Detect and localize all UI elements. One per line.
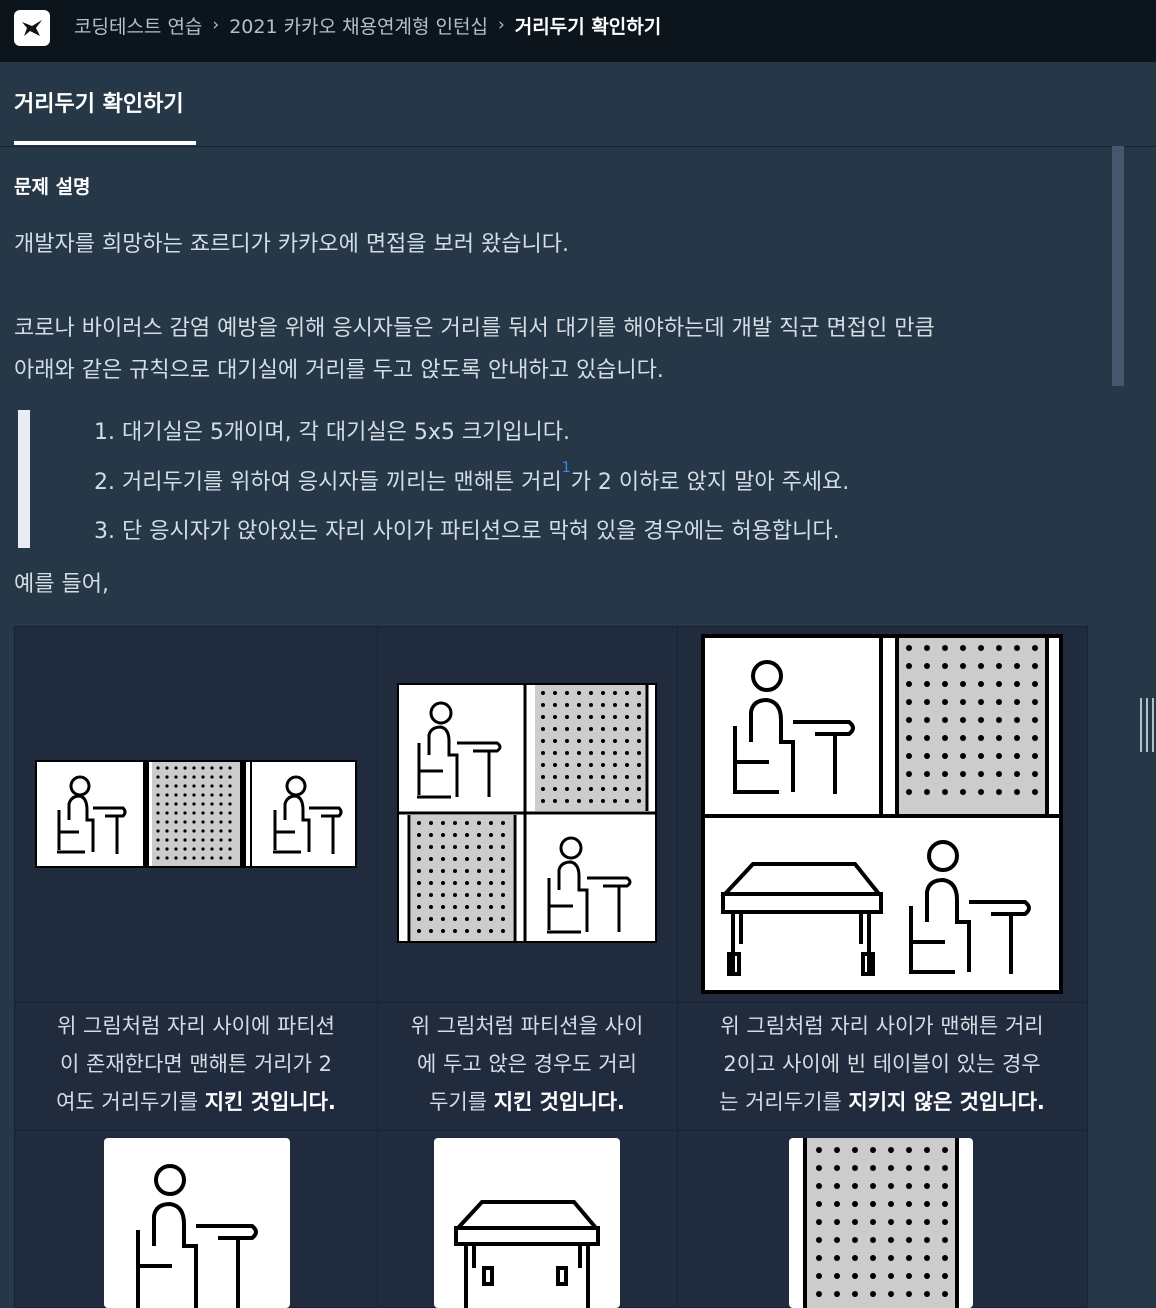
breadcrumb-item-coding-test[interactable]: 코딩테스트 연습 bbox=[74, 12, 202, 39]
example-2-image bbox=[397, 683, 657, 943]
panel-resize-handle[interactable] bbox=[1138, 698, 1156, 752]
breadcrumb-item-kakao-2021[interactable]: 2021 카카오 채용연계형 인턴십 bbox=[229, 12, 488, 39]
breadcrumb: 코딩테스트 연습 › 2021 카카오 채용연계형 인턴십 › 거리두기 확인하… bbox=[74, 12, 661, 38]
legend-seat-icon bbox=[104, 1138, 290, 1308]
breadcrumb-current: 거리두기 확인하기 bbox=[514, 15, 662, 38]
paragraph-line: 코로나 바이러스 감염 예방을 위해 응시자들은 거리를 둬서 대기를 해야하는… bbox=[14, 316, 935, 341]
example-label: 예를 들어, bbox=[14, 572, 109, 597]
scrollbar[interactable] bbox=[1112, 146, 1124, 386]
legend-partition-icon bbox=[789, 1138, 973, 1308]
chevron-right-icon: › bbox=[497, 15, 505, 35]
tab-problem-title[interactable]: 거리두기 확인하기 bbox=[14, 86, 184, 118]
intro-paragraph: 개발자를 희망하는 죠르디가 카카오에 면접을 보러 왔습니다. bbox=[14, 232, 569, 257]
example-table: 위 그림처럼 자리 사이에 파티션 이 존재한다면 맨해튼 거리가 2 여도 거… bbox=[14, 626, 1088, 1308]
example-3-caption: 위 그림처럼 자리 사이가 맨해튼 거리 2이고 사이에 빈 테이블이 있는 경… bbox=[719, 1014, 1045, 1114]
paragraph-line: 아래와 같은 규칙으로 대기실에 거리를 두고 앉도록 안내하고 있습니다. bbox=[14, 358, 664, 383]
chevron-right-icon: › bbox=[212, 15, 220, 35]
example-2-caption: 위 그림처럼 파티션을 사이 에 두고 앉은 경우도 거리 두기를 지킨 것입니… bbox=[410, 1014, 644, 1114]
rule-item: 2. 거리두기를 위하여 응시자들 끼리는 맨해튼 거리1가 2 이하로 앉지 … bbox=[94, 460, 850, 495]
footnote-link[interactable]: 1 bbox=[562, 460, 571, 476]
top-navigation-bar: 코딩테스트 연습 › 2021 카카오 채용연계형 인턴십 › 거리두기 확인하… bbox=[0, 0, 1156, 62]
example-3-image bbox=[701, 634, 1063, 994]
rule-item: 1. 대기실은 5개이며, 각 대기실은 5x5 크기입니다. bbox=[94, 420, 571, 445]
tab-active-indicator bbox=[14, 141, 196, 145]
tab-bar: 거리두기 확인하기 bbox=[0, 62, 1156, 147]
legend-table-icon bbox=[434, 1138, 620, 1308]
programmers-logo-icon[interactable] bbox=[14, 10, 50, 46]
example-1-image bbox=[35, 760, 357, 868]
blockquote-bar bbox=[18, 410, 30, 548]
section-title: 문제 설명 bbox=[14, 176, 91, 198]
rule-item: 3. 단 응시자가 앉아있는 자리 사이가 파티션으로 막혀 있을 경우에는 허… bbox=[94, 519, 840, 544]
example-1-caption: 위 그림처럼 자리 사이에 파티션 이 존재한다면 맨해튼 거리가 2 여도 거… bbox=[56, 1014, 336, 1114]
